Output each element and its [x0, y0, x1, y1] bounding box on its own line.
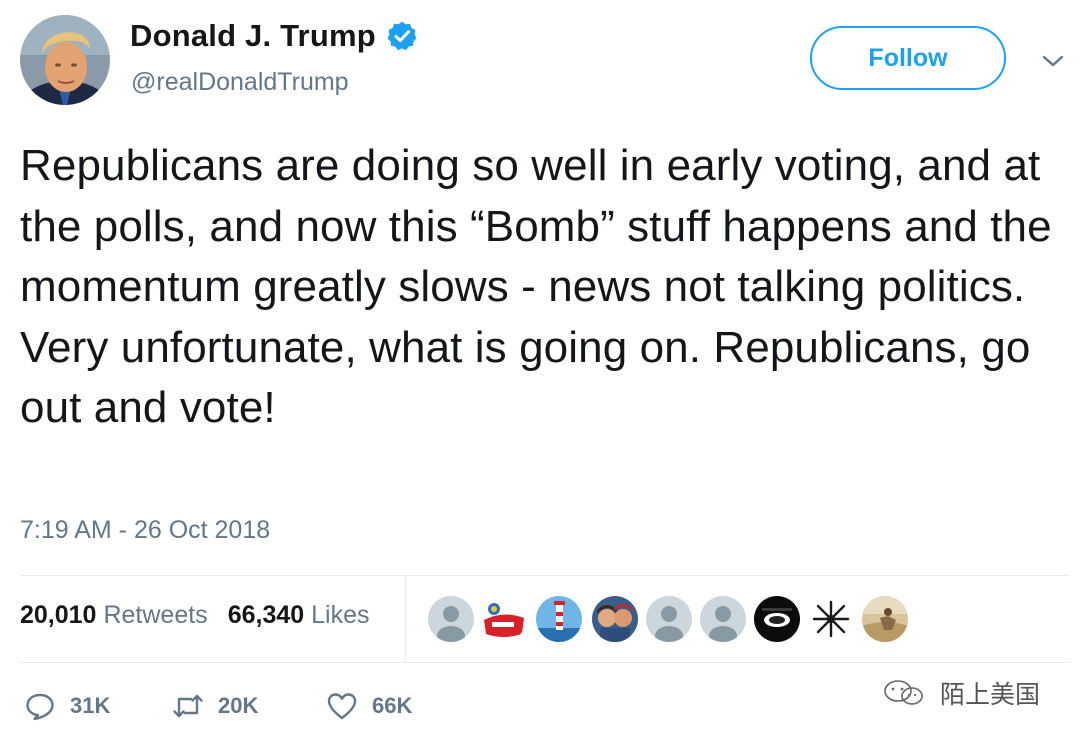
user-handle[interactable]: @realDonaldTrump — [131, 68, 349, 97]
liker-avatar[interactable] — [808, 596, 854, 642]
display-name[interactable]: Donald J. Trump — [130, 18, 376, 54]
couple-photo-avatar-icon — [592, 596, 638, 642]
desert-photo-avatar-icon — [862, 596, 908, 642]
like-count: 66K — [372, 693, 413, 718]
likes-stat[interactable]: 66,340 Likes — [228, 601, 370, 630]
liker-avatar[interactable] — [862, 596, 908, 642]
tweet-text: Republicans are doing so well in early v… — [20, 141, 1052, 432]
like-button[interactable]: 66K — [326, 686, 412, 726]
retweet-button[interactable]: 20K — [172, 686, 258, 726]
chevron-down-icon[interactable] — [1040, 52, 1066, 70]
heart-icon — [327, 693, 357, 720]
liker-avatar[interactable] — [754, 596, 800, 642]
stats-top-divider — [20, 575, 1070, 576]
retweets-stat[interactable]: 20,010 Retweets — [20, 601, 208, 630]
liker-avatar[interactable] — [480, 596, 526, 642]
watermark-text: 陌上美国 — [940, 680, 1041, 709]
liker-avatar[interactable] — [592, 596, 638, 642]
lighthouse-avatar-icon — [536, 596, 582, 642]
default-avatar-icon — [646, 596, 692, 642]
likes-label: Likes — [311, 601, 370, 629]
default-avatar-icon — [700, 596, 746, 642]
verified-badge-icon — [387, 21, 417, 51]
sketch-avatar-icon — [808, 596, 854, 642]
reply-icon — [26, 693, 54, 721]
stats-vertical-divider — [405, 576, 406, 662]
liker-avatar[interactable] — [700, 596, 746, 642]
retweets-label: Retweets — [103, 601, 208, 629]
follow-button[interactable]: Follow — [810, 26, 1006, 90]
liker-avatar[interactable] — [536, 596, 582, 642]
retweets-count: 20,010 — [20, 601, 97, 629]
tweet-stats: 20,010 Retweets 66,340 Likes — [20, 601, 370, 630]
stats-bottom-divider — [20, 662, 1070, 663]
tweet-timestamp[interactable]: 7:19 AM - 26 Oct 2018 — [20, 516, 270, 545]
liker-avatar[interactable] — [428, 596, 474, 642]
retweet-icon — [173, 694, 203, 718]
watermark: 陌上美国 — [876, 675, 1040, 711]
profile-photo-icon — [20, 15, 110, 105]
default-avatar-icon — [428, 596, 474, 642]
liker-avatar[interactable] — [646, 596, 692, 642]
retweet-count: 20K — [218, 693, 259, 718]
dark-photo-avatar-icon — [754, 596, 800, 642]
reply-count: 31K — [70, 693, 111, 718]
user-name-row[interactable]: Donald J. Trump — [130, 18, 418, 54]
profile-avatar[interactable] — [20, 15, 110, 105]
wechat-logo-icon — [884, 680, 923, 705]
red-hat-avatar-icon — [480, 596, 526, 642]
likes-count: 66,340 — [227, 601, 305, 629]
reply-button[interactable]: 31K — [24, 686, 110, 726]
